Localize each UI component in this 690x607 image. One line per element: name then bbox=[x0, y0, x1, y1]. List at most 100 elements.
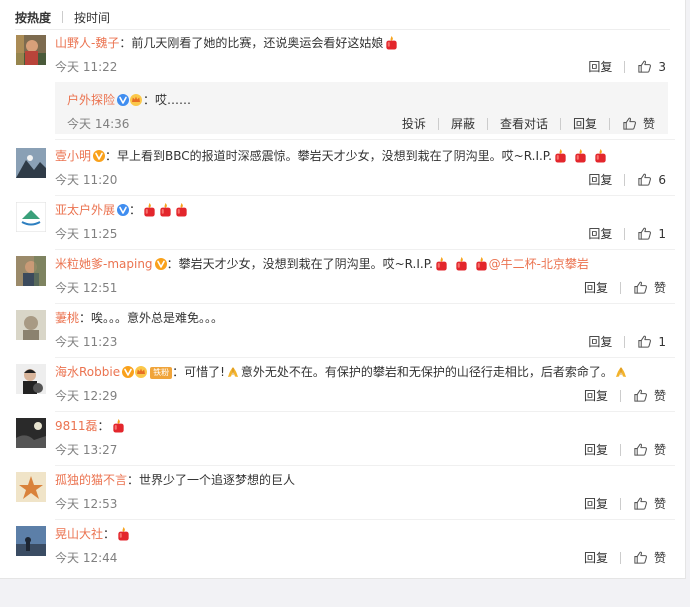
like-count: 1 bbox=[658, 226, 666, 241]
comment-item: 米粒她爹-maping ：攀岩天才少女，没想到栽在了阴沟里。哎~R.I.P. @牛… bbox=[0, 256, 685, 304]
candle-icon bbox=[116, 526, 131, 541]
comment-body-continued: 意外无处不在。有保护的攀岩和无保护的山径行走相比，后者索命了。 bbox=[240, 365, 613, 379]
like-button[interactable]: 赞 bbox=[633, 387, 666, 404]
comment-actions: 回复 赞 bbox=[584, 279, 666, 296]
avatar[interactable] bbox=[16, 35, 46, 65]
like-button[interactable]: 1 bbox=[637, 334, 666, 349]
verified-badge-icon bbox=[155, 258, 167, 270]
user-name[interactable]: 晃山大社 bbox=[55, 527, 103, 541]
like-count: 6 bbox=[658, 172, 666, 187]
row-divider bbox=[55, 465, 675, 466]
avatar[interactable] bbox=[16, 526, 46, 556]
user-name[interactable]: 壹小明 bbox=[55, 149, 91, 163]
mention-link[interactable]: @牛二杯-北京攀岩 bbox=[489, 257, 589, 271]
reply-box: 户外探险 ：哎…… 今天 14:36 投诉 屏蔽 查看对话 回复 赞 bbox=[55, 82, 668, 134]
comment-actions: 回复 赞 bbox=[584, 387, 666, 404]
reply-button[interactable]: 回复 bbox=[573, 115, 597, 132]
user-name[interactable]: 亚太户外展 bbox=[55, 203, 115, 217]
reply-body: 哎…… bbox=[155, 93, 192, 107]
comment-body: 攀岩天才少女，没想到栽在了阴沟里。哎~R.I.P. bbox=[178, 257, 433, 271]
user-name[interactable]: 9811磊 bbox=[55, 419, 98, 433]
comment-text: 萋桃：唉。。。意外总是难免。。。 bbox=[55, 311, 224, 325]
pray-icon bbox=[226, 365, 240, 379]
verified-badge-icon bbox=[93, 150, 105, 162]
reply-button[interactable]: 回复 bbox=[588, 225, 612, 242]
row-divider bbox=[55, 357, 675, 358]
thumb-up-icon bbox=[637, 226, 652, 241]
avatar[interactable] bbox=[16, 472, 46, 502]
user-name[interactable]: 山野人-魏子 bbox=[55, 36, 119, 50]
row-divider bbox=[55, 411, 675, 412]
reply-button[interactable]: 回复 bbox=[588, 333, 612, 350]
candle-icon bbox=[553, 148, 568, 163]
avatar[interactable] bbox=[16, 364, 46, 394]
like-button[interactable]: 1 bbox=[637, 226, 666, 241]
action-divider bbox=[619, 443, 621, 456]
avatar[interactable] bbox=[16, 202, 46, 232]
reply-button[interactable]: 回复 bbox=[584, 495, 608, 512]
action-divider bbox=[619, 497, 621, 510]
like-button[interactable]: 赞 bbox=[633, 441, 666, 458]
reply-button[interactable]: 回复 bbox=[584, 441, 608, 458]
comment-text: 亚太户外展： bbox=[55, 202, 665, 219]
fan-badge: 铁粉 bbox=[150, 367, 173, 379]
comment-item: 壹小明 ：早上看到BBC的报道时深感震惊。攀岩天才少女，没想到栽在了阴沟里。哎~R… bbox=[0, 148, 685, 196]
like-button[interactable]: 赞 bbox=[622, 115, 655, 132]
like-button[interactable]: 赞 bbox=[633, 279, 666, 296]
comment-actions: 回复 3 bbox=[588, 58, 666, 75]
report-button[interactable]: 投诉 bbox=[402, 115, 426, 132]
thumb-up-icon bbox=[633, 280, 648, 295]
comment-actions: 回复 赞 bbox=[584, 495, 666, 512]
like-button[interactable]: 6 bbox=[637, 172, 666, 187]
action-divider bbox=[624, 173, 626, 186]
action-divider bbox=[624, 60, 626, 73]
comment-time: 今天 12:53 bbox=[55, 497, 118, 511]
reply-button[interactable]: 回复 bbox=[588, 171, 612, 188]
crown-icon bbox=[129, 93, 143, 106]
user-name[interactable]: 米粒她爹-maping bbox=[55, 257, 153, 271]
view-conversation-button[interactable]: 查看对话 bbox=[500, 115, 548, 132]
comment-body: 可惜了! bbox=[184, 365, 225, 379]
comment-actions: 回复 赞 bbox=[584, 441, 666, 458]
reply-button[interactable]: 回复 bbox=[584, 387, 608, 404]
like-count: 1 bbox=[658, 334, 666, 349]
block-button[interactable]: 屏蔽 bbox=[451, 115, 475, 132]
like-label: 赞 bbox=[653, 443, 666, 457]
avatar[interactable] bbox=[16, 148, 46, 178]
comment-body: 早上看到BBC的报道时深感震惊。攀岩天才少女，没想到栽在了阴沟里。哎~R.I.P… bbox=[117, 149, 552, 163]
like-button[interactable]: 赞 bbox=[633, 549, 666, 566]
user-name[interactable]: 海水Robbie bbox=[55, 365, 120, 379]
sort-by-time-tab[interactable]: 按时间 bbox=[74, 9, 110, 26]
comment-time: 今天 12:51 bbox=[55, 281, 118, 295]
like-button[interactable]: 3 bbox=[637, 59, 666, 74]
reply-button[interactable]: 回复 bbox=[584, 549, 608, 566]
candle-icon bbox=[158, 202, 173, 217]
user-name[interactable]: 萋桃 bbox=[55, 311, 79, 325]
reply-time: 今天 14:36 bbox=[67, 117, 130, 131]
thumb-up-icon bbox=[637, 172, 652, 187]
reply-button[interactable]: 回复 bbox=[588, 58, 612, 75]
reply-button[interactable]: 回复 bbox=[584, 279, 608, 296]
comment-time: 今天 13:27 bbox=[55, 443, 118, 457]
candle-icon bbox=[474, 256, 489, 271]
comment-text: 米粒她爹-maping ：攀岩天才少女，没想到栽在了阴沟里。哎~R.I.P. @牛… bbox=[55, 256, 589, 271]
avatar[interactable] bbox=[16, 418, 46, 448]
avatar[interactable] bbox=[16, 256, 46, 286]
comment-body: 唉。。。意外总是难免。。。 bbox=[91, 311, 224, 325]
like-label: 赞 bbox=[653, 497, 666, 511]
like-button[interactable]: 赞 bbox=[633, 495, 666, 512]
comment-time: 今天 11:23 bbox=[55, 335, 118, 349]
like-label: 赞 bbox=[653, 389, 666, 403]
sort-divider-line bbox=[15, 29, 670, 30]
thumb-up-icon bbox=[633, 388, 648, 403]
comment-item: 亚太户外展： 今天 11:25 回复 1 bbox=[0, 202, 685, 250]
avatar[interactable] bbox=[16, 310, 46, 340]
reply-user-name[interactable]: 户外探险 bbox=[67, 93, 115, 107]
user-name[interactable]: 孤独的猫不言 bbox=[55, 473, 127, 487]
comment-body: 世界少了一个追逐梦想的巨人 bbox=[139, 473, 296, 487]
action-divider bbox=[624, 335, 626, 348]
comment-actions: 回复 6 bbox=[588, 171, 666, 188]
sort-by-hot-tab[interactable]: 按热度 bbox=[15, 9, 51, 26]
action-divider bbox=[486, 117, 488, 130]
comment-actions: 回复 赞 bbox=[584, 549, 666, 566]
